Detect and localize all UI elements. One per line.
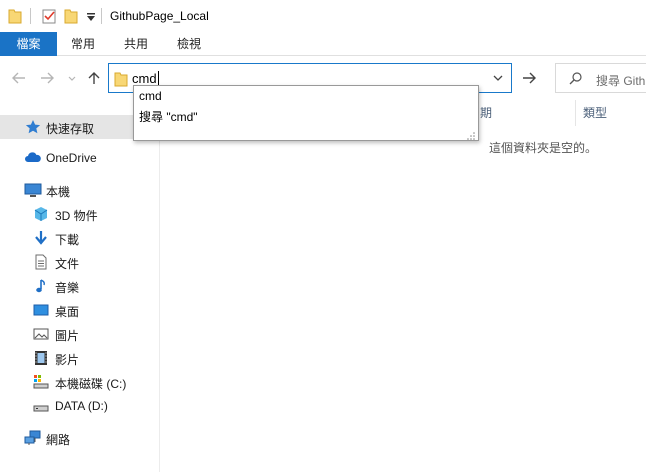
go-arrow-icon[interactable] [516,63,542,93]
text-caret [157,71,159,85]
autocomplete-option[interactable]: cmd [139,89,162,103]
sidebar-item-data-d[interactable]: DATA (D:) [0,394,159,418]
column-header-type[interactable]: 類型 [583,104,607,121]
navigation-pane: 快速存取 OneDrive 本機 3D 物件 下載 文件 音樂 桌面 圖片 影片… [0,100,160,472]
sidebar-item-label: 本機磁碟 (C:) [55,377,127,391]
sidebar-item-label: 影片 [55,353,80,367]
folder-icon [8,8,22,27]
tab-file[interactable]: 檔案 [0,32,57,56]
up-icon[interactable] [86,70,102,86]
drive-c-icon [33,374,49,390]
sidebar-item-label: 網路 [46,433,71,447]
autocomplete-option[interactable]: 搜尋 "cmd" [139,108,198,125]
drive-d-icon [33,398,49,414]
sidebar-item-label: 快速存取 [46,122,95,136]
address-value: cmd [132,71,157,86]
search-icon [569,71,583,88]
music-icon [33,278,49,294]
pictures-icon [33,326,49,342]
sidebar-item-label: 桌面 [55,305,80,319]
download-icon [33,230,49,246]
recent-dropdown-icon[interactable] [64,70,80,86]
sidebar-item-downloads[interactable]: 下載 [0,226,159,250]
sidebar-item-desktop[interactable]: 桌面 [0,298,159,322]
address-input[interactable]: cmd [132,71,159,86]
sidebar-item-label: 文件 [55,257,80,271]
column-header-date[interactable]: 期 [480,104,492,121]
back-icon[interactable] [11,70,27,86]
folder-icon [114,71,128,90]
file-explorer-window: GithubPage_Local 檔案 常用 共用 檢視 cmd 搜尋 Gith… [0,0,646,472]
sidebar-item-label: OneDrive [46,151,97,165]
computer-icon [24,182,42,198]
star-icon [25,119,41,135]
video-icon [33,350,49,366]
sidebar-item-label: 本機 [46,185,71,199]
3d-objects-icon [33,206,49,222]
properties-icon[interactable] [41,8,57,27]
customize-toolbar-icon[interactable] [86,11,96,25]
toolbar-separator [101,8,102,24]
tab-view[interactable]: 檢視 [166,32,212,56]
resize-grip-icon[interactable] [467,129,475,140]
sidebar-item-documents[interactable]: 文件 [0,250,159,274]
sidebar-item-videos[interactable]: 影片 [0,346,159,370]
sidebar-item-label: 音樂 [55,281,80,295]
sidebar-item-network[interactable]: 網路 [0,426,159,450]
sidebar-item-music[interactable]: 音樂 [0,274,159,298]
sidebar-item-this-pc[interactable]: 本機 [0,178,159,202]
sidebar-item-label: DATA (D:) [55,399,108,413]
search-placeholder: 搜尋 Githu [596,74,646,88]
tab-home[interactable]: 常用 [60,32,106,56]
search-box[interactable]: 搜尋 Githu [555,63,646,93]
title-bar: GithubPage_Local [0,0,646,32]
network-icon [24,430,41,446]
dropdown-icon[interactable] [485,64,511,92]
empty-folder-message: 這個資料夾是空的。 [489,141,598,155]
sidebar-item-local-disk-c[interactable]: 本機磁碟 (C:) [0,370,159,394]
sidebar-item-3d-objects[interactable]: 3D 物件 [0,202,159,226]
toolbar-separator [30,8,31,24]
sidebar-item-label: 圖片 [55,329,80,343]
sidebar-item-label: 下載 [55,233,80,247]
sidebar-item-label: 3D 物件 [55,209,98,223]
ribbon-tabs: 檔案 常用 共用 檢視 [0,32,646,56]
new-folder-icon[interactable] [64,8,78,27]
column-divider[interactable] [575,100,576,126]
desktop-icon [33,302,49,318]
sidebar-item-onedrive[interactable]: OneDrive [0,146,159,170]
address-autocomplete-dropdown: cmd 搜尋 "cmd" [133,85,479,141]
cloud-icon [24,150,41,166]
sidebar-item-pictures[interactable]: 圖片 [0,322,159,346]
tab-share[interactable]: 共用 [113,32,159,56]
document-icon [33,254,49,270]
window-title: GithubPage_Local [110,9,209,23]
forward-icon[interactable] [39,70,55,86]
